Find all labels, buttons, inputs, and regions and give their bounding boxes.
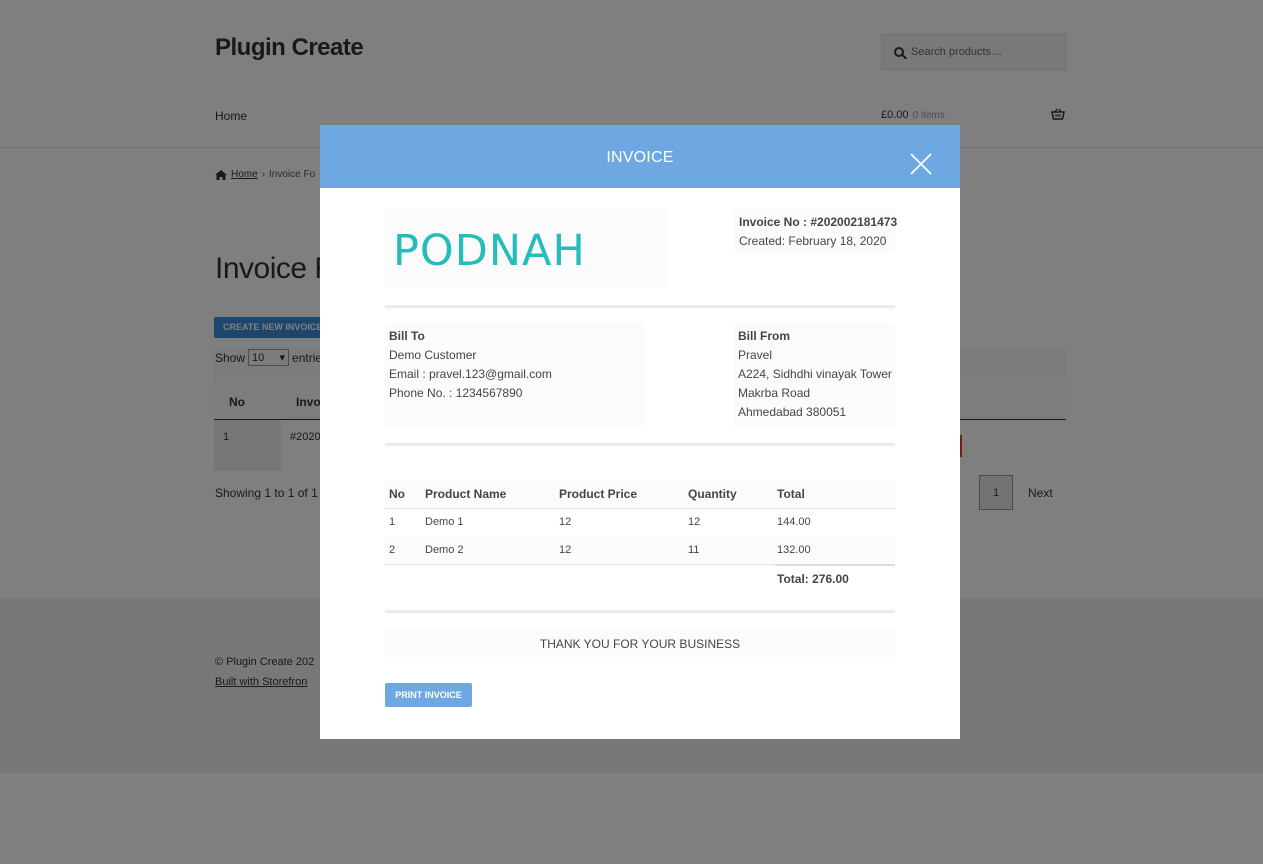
cell-product-price: 12 — [559, 516, 572, 528]
cell-product-name: Demo 2 — [425, 544, 464, 556]
column-header-quantity: Quantity — [688, 487, 737, 501]
cell-quantity: 11 — [688, 544, 700, 556]
bill-from-address-2: Makrba Road — [738, 386, 811, 400]
invoice-number: Invoice No : #202002181473 — [739, 215, 897, 229]
print-invoice-button[interactable]: PRINT INVOICE — [385, 683, 472, 707]
bill-to-phone: Phone No. : 1234567890 — [389, 386, 523, 400]
close-icon[interactable] — [909, 152, 933, 176]
cell-no: 1 — [389, 516, 396, 528]
bill-from-address-1: A224, Sidhdhi vinayak Tower — [738, 367, 892, 381]
invoice-total: Total: 276.00 — [777, 572, 849, 586]
cell-quantity: 12 — [688, 516, 701, 528]
cell-no: 2 — [389, 544, 396, 556]
cell-product-price: 12 — [559, 544, 572, 556]
invoice-number-value: #202002181473 — [810, 215, 898, 229]
divider — [385, 610, 895, 613]
bill-from-heading: Bill From — [738, 329, 791, 343]
bill-to: Bill To Demo Customer Email : pravel.123… — [385, 323, 645, 427]
thank-you-text: THANK YOU FOR YOUR BUSINESS — [539, 637, 741, 651]
column-header-product-price: Product Price — [559, 487, 638, 501]
bill-from: Bill From Pravel A224, Sidhdhi vinayak T… — [734, 323, 895, 427]
divider — [385, 305, 895, 308]
table-row: 2 Demo 2 12 11 132.00 — [385, 536, 895, 564]
invoice-number-label: Invoice No : — [739, 215, 808, 229]
logo-text: PODNAH — [393, 226, 586, 276]
bill-from-name: Pravel — [738, 348, 773, 362]
invoice-meta: Invoice No : #202002181473 Created: Febr… — [734, 209, 897, 253]
company-logo: PODNAH — [385, 209, 668, 287]
cell-total: 132.00 — [777, 544, 811, 556]
column-header-product-name: Product Name — [425, 487, 507, 501]
invoice-modal: INVOICE PODNAH Invoice No : #20200218147… — [320, 125, 960, 739]
invoice-created-date: Created: February 18, 2020 — [739, 234, 887, 248]
total-divider — [775, 564, 895, 566]
cell-total: 144.00 — [777, 516, 811, 528]
bill-to-email: Email : pravel.123@gmail.com — [389, 367, 552, 381]
thank-you-note: THANK YOU FOR YOUR BUSINESS — [385, 630, 895, 657]
bill-to-name: Demo Customer — [389, 348, 477, 362]
column-header-no: No — [389, 487, 405, 501]
bill-from-address-3: Ahmedabad 380051 — [738, 405, 847, 419]
cell-product-name: Demo 1 — [425, 516, 464, 528]
modal-title: INVOICE — [606, 149, 674, 166]
divider — [385, 443, 895, 446]
bill-to-heading: Bill To — [389, 329, 425, 343]
modal-header: INVOICE — [320, 125, 960, 188]
table-row: 1 Demo 1 12 12 144.00 — [385, 508, 895, 536]
column-header-total: Total — [777, 487, 805, 501]
product-table-header: No Product Name Product Price Quantity T… — [385, 480, 895, 508]
